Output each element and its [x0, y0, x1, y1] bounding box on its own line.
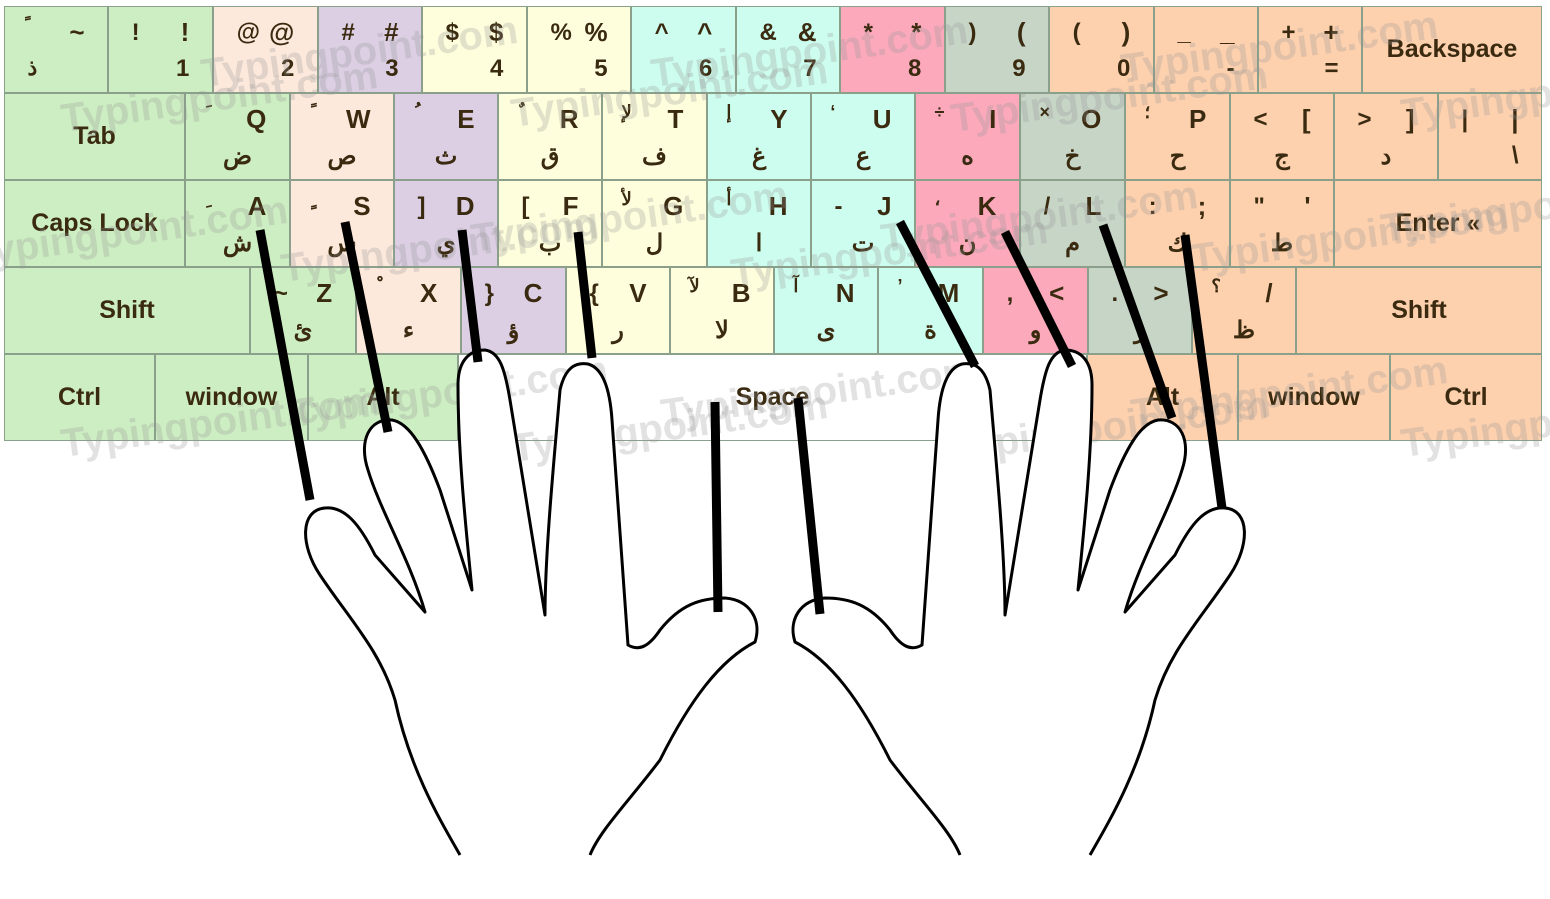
left-ring-finger-guide	[340, 221, 393, 433]
right-pinky-finger-guide	[1180, 234, 1227, 509]
left-index-finger-guide	[573, 231, 597, 359]
left-hand-outline	[304, 348, 759, 856]
left-pinky-finger-guide	[255, 229, 315, 501]
right-hand-outline	[791, 348, 1246, 856]
right-thumb-finger-guide	[793, 397, 825, 615]
left-thumb-finger-guide	[710, 401, 723, 613]
right-index-finger-guide	[896, 219, 979, 369]
hands-diagram	[255, 219, 1246, 856]
left-middle-finger-guide	[457, 229, 483, 363]
right-middle-finger-guide	[1000, 229, 1077, 369]
right-ring-finger-guide	[1098, 223, 1177, 420]
